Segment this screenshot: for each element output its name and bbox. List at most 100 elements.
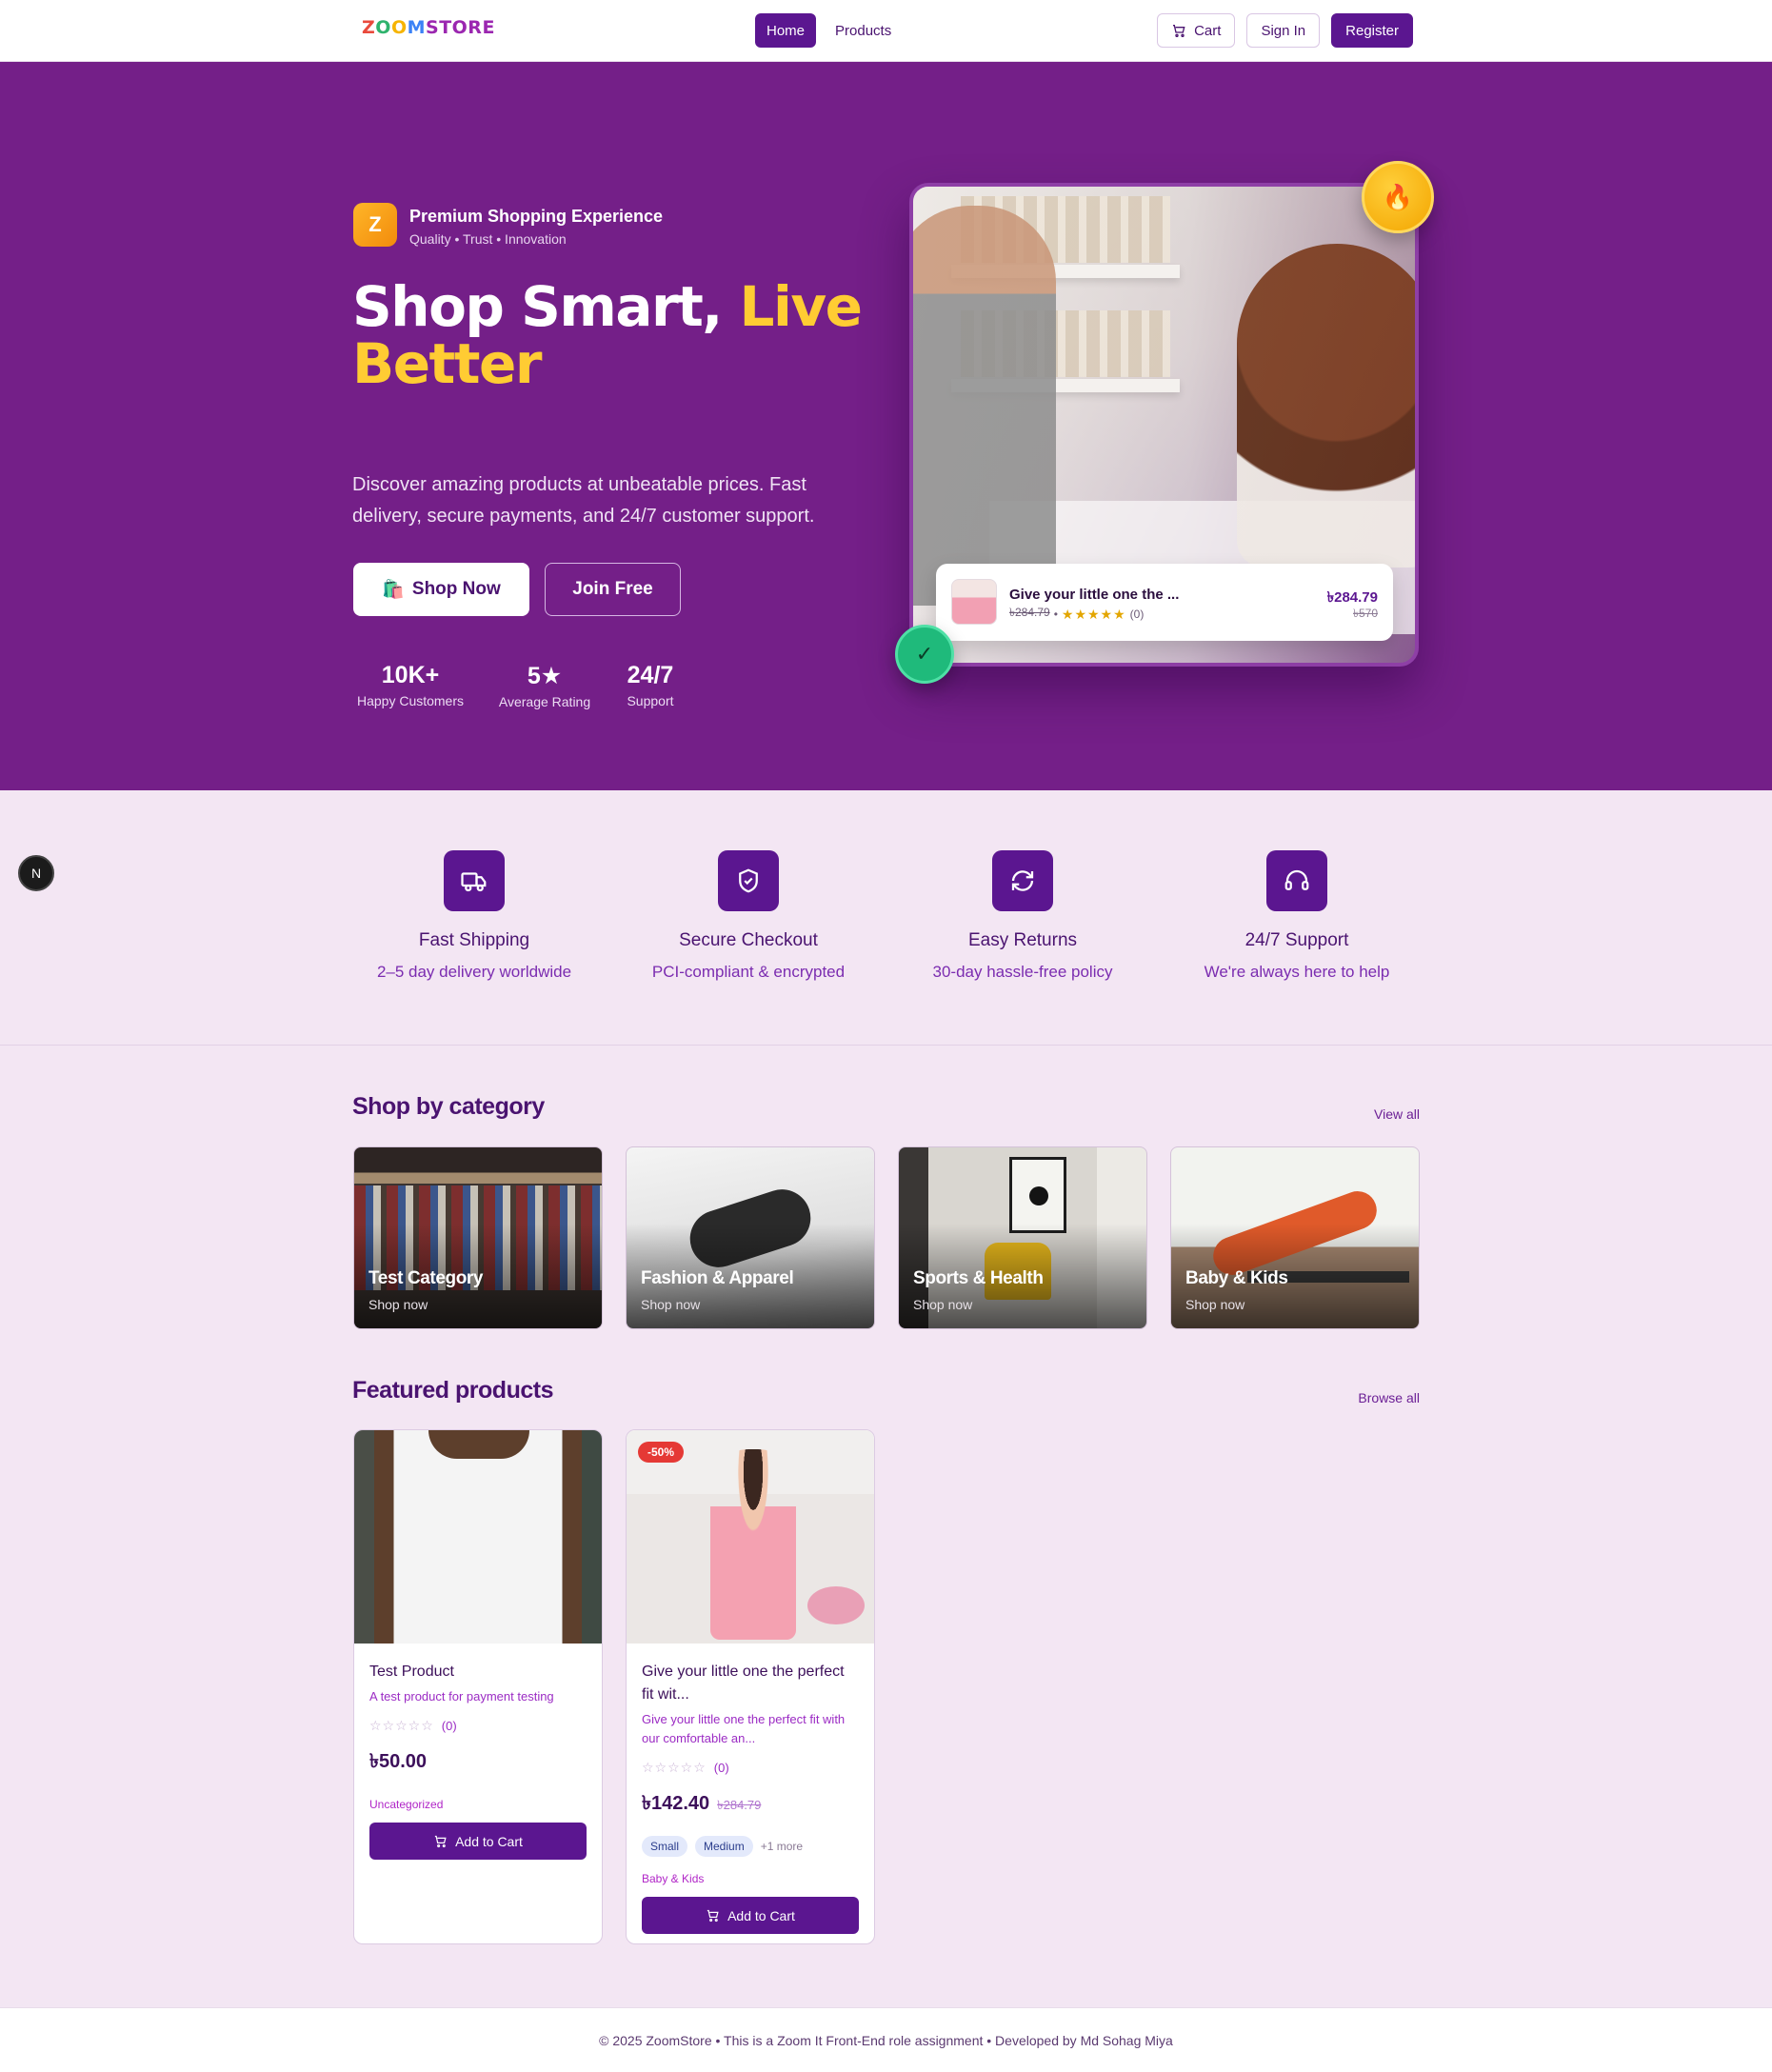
stat-number: 10K+: [381, 662, 440, 688]
product-card[interactable]: -50% Give your little one the perfect fi…: [626, 1429, 875, 1944]
sign-in-button[interactable]: Sign In: [1246, 13, 1321, 48]
category-card-baby[interactable]: Baby & Kids Shop now: [1170, 1146, 1420, 1329]
shop-now-label: Shop Now: [411, 579, 501, 599]
category-image: [1009, 1157, 1066, 1233]
category-cta: Shop now: [641, 1297, 701, 1312]
feature-fast-shipping: Fast Shipping 2–5 day delivery worldwide: [337, 850, 611, 982]
category-name: Fashion & Apparel: [641, 1268, 794, 1288]
product-category[interactable]: Baby & Kids: [642, 1872, 859, 1885]
review-count: (0): [713, 1761, 729, 1775]
add-to-cart-label: Add to Cart: [455, 1833, 523, 1849]
pill-reviews: (0): [1129, 608, 1145, 621]
logo-letter: O: [390, 17, 408, 38]
refresh-icon: [992, 850, 1053, 911]
shop-now-button[interactable]: 🛍️ Shop Now: [353, 563, 529, 616]
size-options: Small Medium +1 more: [642, 1836, 859, 1857]
category-card-test[interactable]: Test Category Shop now: [353, 1146, 603, 1329]
price-current: ৳50.00: [369, 1751, 428, 1772]
add-to-cart-button[interactable]: Add to Cart: [642, 1897, 859, 1934]
logo-letter: O: [375, 17, 391, 38]
headline-white: Shop Smart,: [352, 274, 740, 339]
logo-letter: M: [407, 17, 427, 38]
product-image[interactable]: -50%: [627, 1430, 874, 1644]
badge-subtitle: Quality • Trust • Innovation: [409, 231, 567, 247]
feature-easy-returns: Easy Returns 30-day hassle-free policy: [886, 850, 1160, 982]
more-sizes: +1 more: [760, 1840, 804, 1853]
product-body: Give your little one the perfect fit wit…: [627, 1644, 874, 1943]
category-card-sports[interactable]: Sports & Health Shop now: [898, 1146, 1147, 1329]
shield-icon: [718, 850, 779, 911]
category-cta: Shop now: [913, 1297, 973, 1312]
size-chip[interactable]: Small: [642, 1836, 688, 1857]
product-price: ৳142.40 ৳284.79: [642, 1789, 859, 1821]
check-icon: ✓: [895, 625, 954, 684]
register-button[interactable]: Register: [1331, 13, 1413, 48]
star-rating-icon: ★★★★★: [1061, 606, 1126, 622]
nav-products-link[interactable]: Products: [824, 13, 903, 48]
product-body: Test Product A test product for payment …: [354, 1644, 602, 1875]
fire-icon: 🔥: [1362, 161, 1434, 233]
product-rating: ☆☆☆☆☆ (0): [369, 1718, 587, 1734]
person-figure: [913, 206, 1056, 606]
pill-meta: ৳284.79 • ★★★★★ (0): [1009, 605, 1144, 624]
feature-subtitle: 30-day hassle-free policy: [932, 963, 1113, 981]
discount-badge: -50%: [638, 1442, 685, 1463]
product-card[interactable]: Test Product A test product for payment …: [353, 1429, 603, 1944]
feature-title: Secure Checkout: [679, 930, 818, 950]
product-category[interactable]: Uncategorized: [369, 1798, 587, 1811]
feature-support: 24/7 Support We're always here to help: [1160, 850, 1434, 982]
register-label: Register: [1345, 22, 1399, 39]
browse-all-link[interactable]: Browse all: [1358, 1390, 1420, 1405]
dev-tools-badge[interactable]: N: [18, 855, 54, 891]
stat-label: Average Rating: [498, 694, 591, 709]
cart-button[interactable]: Cart: [1157, 13, 1236, 48]
category-cta: Shop now: [368, 1297, 428, 1312]
category-section-title: Shop by category: [352, 1093, 545, 1120]
nav-home-link[interactable]: Home: [755, 13, 817, 48]
join-free-button[interactable]: Join Free: [545, 563, 681, 616]
size-chip[interactable]: Medium: [695, 1836, 753, 1857]
stat-support: 24/7 Support: [619, 662, 682, 708]
features-section: Fast Shipping 2–5 day delivery worldwide…: [0, 790, 1772, 1046]
pill-meta-price: ৳284.79: [1009, 606, 1050, 619]
price-current: ৳142.40: [642, 1793, 710, 1814]
stat-label: Support: [627, 693, 674, 708]
category-name: Test Category: [368, 1268, 484, 1288]
stat-number: 5★: [527, 663, 563, 689]
category-card-fashion[interactable]: Fashion & Apparel Shop now: [626, 1146, 875, 1329]
top-navbar: ZOOMSTORE Home Products Cart Sign In Reg…: [0, 0, 1772, 62]
add-to-cart-button[interactable]: Add to Cart: [369, 1823, 587, 1860]
product-photo-figure: [710, 1449, 796, 1640]
main-nav: Home Products: [755, 13, 903, 48]
product-rating: ☆☆☆☆☆ (0): [642, 1760, 859, 1776]
person-figure: [1237, 244, 1415, 568]
cart-icon: [434, 1835, 447, 1848]
pill-separator: •: [1053, 608, 1058, 621]
category-cta: Shop now: [1185, 1297, 1245, 1312]
featured-product-pill[interactable]: Give your little one the ... ৳284.79 • ★…: [936, 564, 1393, 641]
product-title[interactable]: Test Product: [369, 1661, 587, 1684]
hero-headline: Shop Smart, Live Better: [352, 278, 866, 392]
product-image[interactable]: [354, 1430, 602, 1644]
cart-label: Cart: [1194, 22, 1222, 39]
headset-icon: [1266, 850, 1327, 911]
product-description: Give your little one the perfect fit wit…: [642, 1712, 846, 1745]
product-title[interactable]: Give your little one the perfect fit wit…: [642, 1661, 859, 1706]
product-description: A test product for payment testing: [369, 1689, 554, 1703]
view-all-link[interactable]: View all: [1374, 1106, 1420, 1122]
brand-badge-icon: Z: [353, 203, 397, 247]
price-original: ৳284.79: [717, 1798, 762, 1812]
pill-product-title: Give your little one the ...: [1009, 587, 1180, 603]
sign-in-label: Sign In: [1261, 22, 1306, 39]
badge-title: Premium Shopping Experience: [409, 207, 664, 226]
join-free-label: Join Free: [572, 579, 653, 599]
page-footer: © 2025 ZoomStore • This is a Zoom It Fro…: [0, 2007, 1772, 2072]
truck-icon: [444, 850, 505, 911]
stat-rating: 5★ Average Rating: [495, 662, 594, 709]
cart-icon: [707, 1909, 719, 1923]
stat-customers: 10K+ Happy Customers: [353, 662, 468, 708]
logo[interactable]: ZOOMSTORE: [362, 17, 495, 38]
feature-title: 24/7 Support: [1244, 930, 1349, 950]
product-photo-flowers: [807, 1586, 865, 1624]
shopping-bag-icon: 🛍️: [382, 580, 405, 600]
